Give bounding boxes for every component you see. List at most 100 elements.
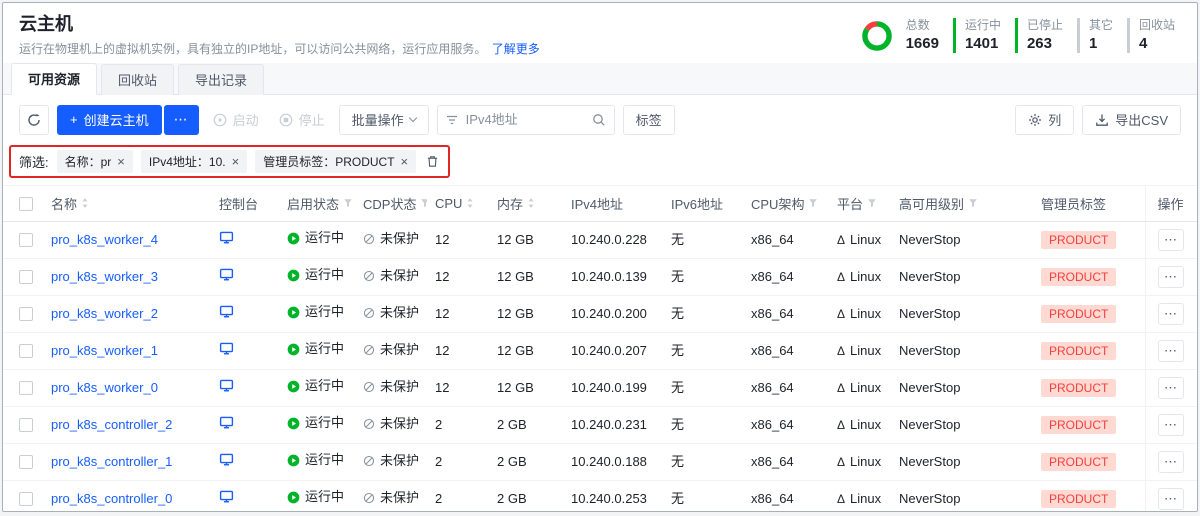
console-icon[interactable] <box>219 341 234 356</box>
close-icon[interactable]: × <box>117 155 125 168</box>
refresh-button[interactable] <box>19 105 49 135</box>
cell-power-state: 运行中 <box>279 221 355 258</box>
row-actions-button[interactable]: ⋯ <box>1158 488 1184 510</box>
column-label: 名称 <box>51 194 77 213</box>
row-checkbox[interactable] <box>19 307 33 321</box>
filter-funnel-icon[interactable] <box>808 198 818 208</box>
platform-text: Linux <box>850 268 881 286</box>
sort-icon[interactable] <box>81 197 89 209</box>
vm-name-link[interactable]: pro_k8s_worker_1 <box>51 343 158 358</box>
tab-recycle-bin[interactable]: 回收站 <box>101 64 174 95</box>
vm-table: 名称 控制台 启用状态 CDP状态 <box>3 185 1197 512</box>
sort-icon[interactable] <box>527 197 535 209</box>
linux-icon: Δ <box>837 268 845 286</box>
row-actions-button[interactable]: ⋯ <box>1158 229 1184 251</box>
stop-button[interactable]: 停止 <box>273 105 331 135</box>
cell-memory: 12 GB <box>489 369 563 406</box>
cell-power-state: 运行中 <box>279 258 355 295</box>
create-split-button: + 创建云主机 ⋯ <box>57 105 199 135</box>
cell-cpu: 12 <box>427 221 489 258</box>
learn-more-link[interactable]: 了解更多 <box>492 42 540 56</box>
row-actions-button[interactable]: ⋯ <box>1158 451 1184 473</box>
sort-icon[interactable] <box>466 197 474 209</box>
console-icon[interactable] <box>219 267 234 282</box>
search-box[interactable] <box>437 105 615 135</box>
filter-funnel-icon[interactable] <box>420 198 427 208</box>
running-status-icon <box>287 343 300 356</box>
vm-name-link[interactable]: pro_k8s_controller_0 <box>51 491 172 506</box>
table-row: pro_k8s_worker_0 运行中 <box>3 369 1197 406</box>
vm-name-link[interactable]: pro_k8s_worker_0 <box>51 380 158 395</box>
filter-funnel-icon[interactable] <box>867 198 877 208</box>
column-header-platform[interactable]: 平台 <box>829 185 891 221</box>
start-button[interactable]: 启动 <box>207 105 265 135</box>
row-checkbox[interactable] <box>19 455 33 469</box>
row-checkbox[interactable] <box>19 344 33 358</box>
select-all-checkbox[interactable] <box>19 197 33 211</box>
vm-name-link[interactable]: pro_k8s_worker_2 <box>51 306 158 321</box>
row-checkbox[interactable] <box>19 233 33 247</box>
filter-funnel-icon[interactable] <box>343 198 353 208</box>
console-icon[interactable] <box>219 415 234 430</box>
search-icon[interactable] <box>592 113 606 127</box>
batch-operations-button[interactable]: 批量操作 <box>339 105 429 135</box>
console-icon[interactable] <box>219 304 234 319</box>
row-checkbox[interactable] <box>19 381 33 395</box>
cell-memory: 2 GB <box>489 443 563 480</box>
power-state-text: 运行中 <box>305 266 344 284</box>
export-csv-button[interactable]: 导出CSV <box>1082 105 1181 135</box>
table-header-row: 名称 控制台 启用状态 CDP状态 <box>3 185 1197 221</box>
close-icon[interactable]: × <box>401 155 409 168</box>
cell-name: pro_k8s_worker_2 <box>43 295 211 332</box>
clear-filters-button[interactable] <box>426 155 439 168</box>
columns-button[interactable]: 列 <box>1015 105 1074 135</box>
column-header-checkbox <box>3 185 43 221</box>
console-icon[interactable] <box>219 378 234 393</box>
vm-name-link[interactable]: pro_k8s_worker_3 <box>51 269 158 284</box>
vm-name-link[interactable]: pro_k8s_worker_4 <box>51 232 158 247</box>
cell-platform: Δ Linux <box>829 295 891 332</box>
row-actions-button[interactable]: ⋯ <box>1158 266 1184 288</box>
column-header-ha-level[interactable]: 高可用级别 <box>891 185 1033 221</box>
close-icon[interactable]: × <box>232 155 240 168</box>
console-icon[interactable] <box>219 452 234 467</box>
column-header-power-state[interactable]: 启用状态 <box>279 185 355 221</box>
column-header-cpu[interactable]: CPU <box>427 185 489 221</box>
cell-memory: 12 GB <box>489 295 563 332</box>
tab-export-records[interactable]: 导出记录 <box>178 64 264 95</box>
cell-checkbox <box>3 332 43 369</box>
column-header-name[interactable]: 名称 <box>43 185 211 221</box>
console-icon[interactable] <box>219 230 234 245</box>
tab-available-resources[interactable]: 可用资源 <box>11 63 97 95</box>
header-stats: 总数 1669 运行中 1401 已停止 263 其它 1 回收站 4 <box>862 14 1181 53</box>
linux-icon: Δ <box>837 305 845 323</box>
create-more-button[interactable]: ⋯ <box>164 105 199 135</box>
vm-name-link[interactable]: pro_k8s_controller_2 <box>51 417 172 432</box>
cell-ipv4: 10.240.0.207 <box>563 332 663 369</box>
row-checkbox[interactable] <box>19 270 33 284</box>
vm-name-link[interactable]: pro_k8s_controller_1 <box>51 454 172 469</box>
search-input[interactable] <box>464 111 586 128</box>
tag-button[interactable]: 标签 <box>623 105 675 135</box>
row-actions-button[interactable]: ⋯ <box>1158 340 1184 362</box>
row-checkbox[interactable] <box>19 492 33 506</box>
row-actions-button[interactable]: ⋯ <box>1158 303 1184 325</box>
create-vm-button[interactable]: + 创建云主机 <box>57 105 162 135</box>
filter-funnel-icon[interactable] <box>968 198 978 208</box>
cell-power-state: 运行中 <box>279 369 355 406</box>
column-header-cpu-arch[interactable]: CPU架构 <box>743 185 829 221</box>
column-header-memory[interactable]: 内存 <box>489 185 563 221</box>
console-icon[interactable] <box>219 489 234 504</box>
row-actions-button[interactable]: ⋯ <box>1158 414 1184 436</box>
power-state-text: 运行中 <box>305 303 344 321</box>
row-checkbox[interactable] <box>19 418 33 432</box>
cell-ipv4: 10.240.0.199 <box>563 369 663 406</box>
cell-console <box>211 480 279 512</box>
filter-label: 筛选: <box>19 152 49 171</box>
row-actions-button[interactable]: ⋯ <box>1158 377 1184 399</box>
stat-recycle-bin: 回收站 4 <box>1127 18 1175 53</box>
cell-cpu-arch: x86_64 <box>743 406 829 443</box>
stat-running: 运行中 1401 <box>953 18 1001 53</box>
column-header-cdp-state[interactable]: CDP状态 <box>355 185 427 221</box>
cell-name: pro_k8s_worker_0 <box>43 369 211 406</box>
